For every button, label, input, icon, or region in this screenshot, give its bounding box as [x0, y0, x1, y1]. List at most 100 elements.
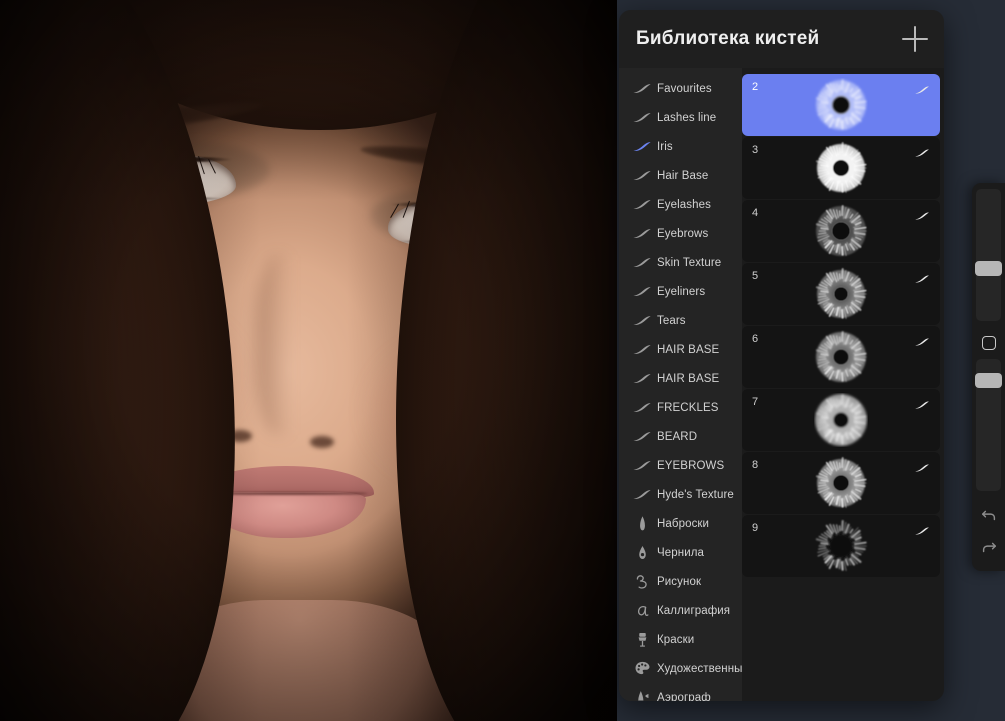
sidebar-item-label: Eyebrows [657, 227, 709, 240]
brush-opacity-slider-handle[interactable] [975, 373, 1002, 388]
sidebar-item-label: Аэрограф [657, 691, 711, 702]
sidebar-item-label: HAIR BASE [657, 343, 720, 356]
sidebar-item-label: BEARD [657, 430, 698, 443]
sidebar-item-наброски[interactable]: Наброски [619, 509, 742, 538]
panel-header: Библиотека кистей [619, 10, 944, 68]
brush-stroke-icon[interactable] [914, 208, 930, 220]
sidebar-item-каллиграфия[interactable]: Каллиграфия [619, 596, 742, 625]
sidebar-item-eyeliners[interactable]: Eyeliners [619, 277, 742, 306]
undo-icon[interactable] [980, 506, 998, 524]
sidebar-item-tears[interactable]: Tears [619, 306, 742, 335]
brush-card[interactable]: 9 [742, 515, 940, 577]
ink-drop-icon [629, 544, 655, 561]
brush-number: 5 [752, 270, 759, 282]
brush-grid[interactable]: 2 3 4 5 6 7 8 9 [742, 68, 944, 701]
sidebar-item-label: Наброски [657, 517, 710, 530]
brush-stroke-icon [629, 343, 655, 356]
sidebar-item-label: Eyelashes [657, 198, 711, 211]
sidebar-item-label: Eyeliners [657, 285, 706, 298]
brush-card[interactable]: 6 [742, 326, 940, 388]
sidebar-item-label: Iris [657, 140, 673, 153]
pencil-icon [629, 515, 655, 532]
page-title: Библиотека кистей [636, 28, 820, 49]
brush-stroke-icon[interactable] [914, 397, 930, 409]
square-icon[interactable] [982, 336, 996, 350]
brush-size-slider-handle[interactable] [975, 261, 1002, 276]
brush-stroke-icon[interactable] [914, 271, 930, 283]
brush-number: 8 [752, 459, 759, 471]
panel-body: Favourites Lashes line Iris Hair Base Eyelas… [619, 68, 944, 701]
sidebar-item-label: Каллиграфия [657, 604, 731, 617]
image-canvas[interactable] [0, 0, 617, 721]
brush-stroke-icon [629, 372, 655, 385]
photo-vignette [0, 0, 617, 721]
brush-stroke-icon[interactable] [914, 523, 930, 535]
sidebar-item-hair-base[interactable]: HAIR BASE [619, 364, 742, 393]
brush-number: 3 [752, 144, 759, 156]
brush-library-panel: Библиотека кистей Favourites Lashes line I… [619, 10, 944, 701]
portrait-photo [0, 0, 617, 721]
sidebar-item-eyebrows[interactable]: Eyebrows [619, 219, 742, 248]
brush-set-sidebar[interactable]: Favourites Lashes line Iris Hair Base Eyelas… [619, 68, 742, 701]
sidebar-item-чернила[interactable]: Чернила [619, 538, 742, 567]
brush-card[interactable]: 4 [742, 200, 940, 262]
brush-stroke-icon [629, 111, 655, 124]
brush-stroke-icon [629, 256, 655, 269]
brush-card[interactable]: 5 [742, 263, 940, 325]
tool-rail [972, 183, 1005, 571]
brush-stroke-icon[interactable] [914, 460, 930, 472]
brush-stroke-icon [629, 285, 655, 298]
brush-card[interactable]: 3 [742, 137, 940, 199]
sidebar-item-художественные[interactable]: Художественные [619, 654, 742, 683]
sidebar-item-label: Рисунок [657, 575, 702, 588]
sidebar-item-hyde-s-texture[interactable]: Hyde's Texture [619, 480, 742, 509]
palette-icon [629, 660, 655, 677]
brush-stroke-icon [629, 82, 655, 95]
sidebar-item-hair-base[interactable]: Hair Base [619, 161, 742, 190]
brush-number: 6 [752, 333, 759, 345]
sidebar-item-favourites[interactable]: Favourites [619, 74, 742, 103]
sidebar-item-label: Favourites [657, 82, 712, 95]
sidebar-item-eyelashes[interactable]: Eyelashes [619, 190, 742, 219]
brush-number: 9 [752, 522, 759, 534]
sidebar-item-краски[interactable]: Краски [619, 625, 742, 654]
brush-card[interactable]: 8 [742, 452, 940, 514]
plus-icon[interactable] [902, 26, 928, 52]
sidebar-item-label: Lashes line [657, 111, 717, 124]
brush-number: 7 [752, 396, 759, 408]
sidebar-item-label: HAIR BASE [657, 372, 720, 385]
brush-stroke-icon [629, 401, 655, 414]
sidebar-item-skin-texture[interactable]: Skin Texture [619, 248, 742, 277]
sidebar-item-label: Художественные [657, 662, 742, 675]
sidebar-item-freckles[interactable]: FRECKLES [619, 393, 742, 422]
sidebar-item-label: Краски [657, 633, 695, 646]
calligraphy-a-icon [629, 602, 655, 619]
sidebar-item-label: Чернила [657, 546, 705, 559]
brush-card[interactable]: 2 [742, 74, 940, 136]
sidebar-item-label: FRECKLES [657, 401, 719, 414]
sidebar-item-label: Hyde's Texture [657, 488, 734, 501]
brush-stroke-icon [629, 198, 655, 211]
sidebar-item-eyebrows[interactable]: EYEBROWS [619, 451, 742, 480]
sidebar-item-label: Skin Texture [657, 256, 722, 269]
brush-card[interactable]: 7 [742, 389, 940, 451]
brush-stroke-icon [629, 459, 655, 472]
brush-number: 4 [752, 207, 759, 219]
brush-stroke-icon[interactable] [914, 145, 930, 157]
sidebar-item-iris[interactable]: Iris [619, 132, 742, 161]
brush-stroke-icon [629, 227, 655, 240]
brush-stroke-icon [629, 488, 655, 501]
redo-icon[interactable] [980, 538, 998, 556]
brush-stroke-icon[interactable] [914, 82, 930, 94]
sidebar-item-label: EYEBROWS [657, 459, 725, 472]
scribble-icon [629, 573, 655, 590]
brush-stroke-icon [629, 140, 655, 153]
sidebar-item-lashes-line[interactable]: Lashes line [619, 103, 742, 132]
brush-stroke-icon[interactable] [914, 334, 930, 346]
airbrush-icon [629, 689, 655, 701]
brush-size-slider[interactable] [976, 189, 1001, 321]
sidebar-item-hair-base[interactable]: HAIR BASE [619, 335, 742, 364]
sidebar-item-рисунок[interactable]: Рисунок [619, 567, 742, 596]
sidebar-item-beard[interactable]: BEARD [619, 422, 742, 451]
sidebar-item-аэрограф[interactable]: Аэрограф [619, 683, 742, 701]
